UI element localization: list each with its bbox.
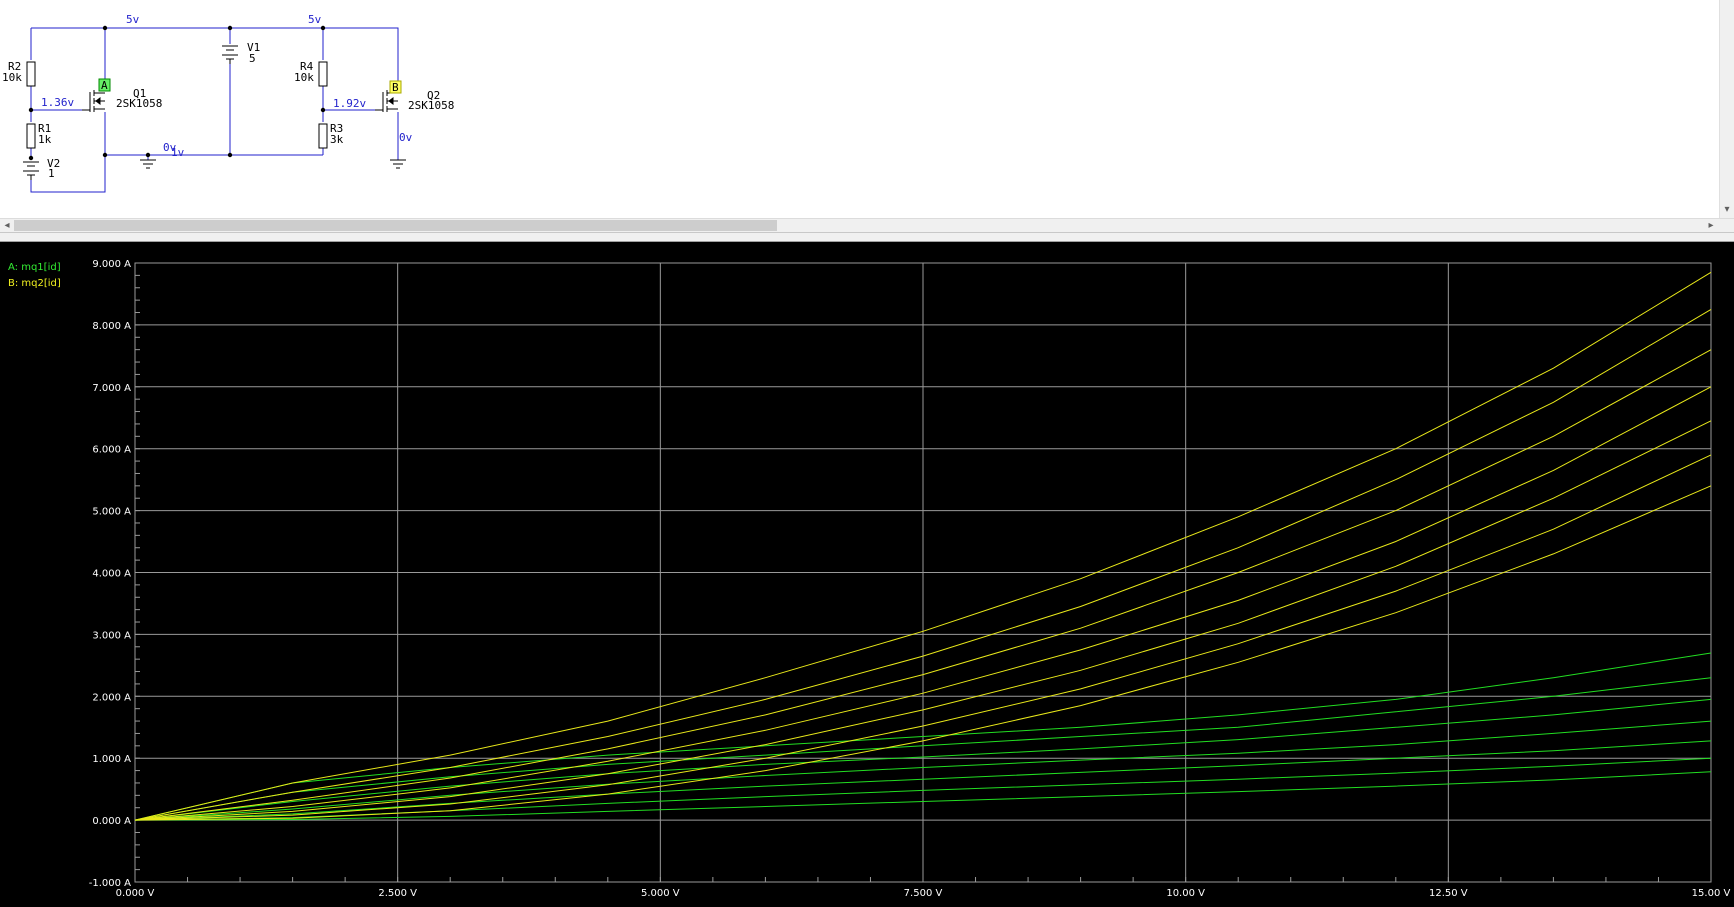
resistor-r3[interactable]	[318, 123, 328, 149]
v2-value: 1	[48, 167, 55, 180]
y-tick-label: 9.000 A	[92, 259, 131, 270]
y-tick-label: 2.000 A	[92, 692, 131, 703]
x-tick-label: 15.00 V	[1692, 888, 1731, 899]
y-tick-label: 8.000 A	[92, 321, 131, 332]
scroll-right-icon[interactable]: ▸	[1704, 219, 1718, 232]
legend-series-b: B: mq2[id]	[8, 278, 61, 289]
net-label-gate-q1: 1.36v	[41, 96, 74, 109]
y-tick-label: -1.000 A	[89, 878, 131, 889]
y-tick-label: 4.000 A	[92, 569, 131, 580]
resistor-r1[interactable]	[26, 123, 36, 149]
x-tick-label: 0.000 V	[116, 888, 155, 899]
x-tick-label: 12.50 V	[1429, 888, 1468, 899]
junction-dots	[28, 25, 326, 161]
scroll-left-icon[interactable]: ◂	[0, 219, 14, 232]
y-tick-label: 6.000 A	[92, 445, 131, 456]
x-tick-label: 2.500 V	[378, 888, 417, 899]
mosfet-q1[interactable]	[82, 90, 105, 112]
schematic-canvas[interactable]: A B 5v 5v 1.36v 1.92v 0v 1v 0v R2 10k R1…	[0, 0, 1734, 232]
scrollbar-thumb[interactable]	[14, 220, 777, 231]
resistor-r2[interactable]	[26, 61, 36, 87]
y-tick-label: 3.000 A	[92, 630, 131, 641]
net-label-v2: 1v	[171, 146, 185, 159]
probe-a-label: A	[101, 79, 108, 92]
y-tick-label: 7.000 A	[92, 383, 131, 394]
r2-value: 10k	[2, 71, 22, 84]
schematic-vertical-scrollbar[interactable]: ▾	[1719, 0, 1734, 218]
battery-v1[interactable]	[222, 45, 238, 64]
legend-series-a: A: mq1[id]	[8, 262, 61, 273]
net-label-gate-q2: 1.92v	[333, 97, 366, 110]
net-label-5v-right: 5v	[308, 13, 322, 26]
ground-symbol	[140, 159, 156, 169]
resistor-r4[interactable]	[318, 61, 328, 87]
r3-value: 3k	[330, 133, 344, 146]
x-tick-label: 5.000 V	[641, 888, 680, 899]
pane-splitter[interactable]	[0, 232, 1734, 242]
circuit-diagram[interactable]: A B 5v 5v 1.36v 1.92v 0v 1v 0v R2 10k R1…	[0, 0, 1719, 218]
ground-symbol-q2	[390, 159, 406, 169]
probe-b-label: B	[392, 81, 399, 94]
x-tick-label: 7.500 V	[904, 888, 943, 899]
q1-model: 2SK1058	[116, 97, 162, 110]
waveform-plot[interactable]: 0.000 V 2.500 V 5.000 V 7.500 V 10.00 V 12.50…	[0, 242, 1734, 907]
x-tick-label: 10.00 V	[1166, 888, 1205, 899]
y-tick-label: 5.000 A	[92, 507, 131, 518]
schematic-horizontal-scrollbar[interactable]: ◂ ▸	[0, 218, 1734, 232]
plot-canvas: 0.000 V 2.500 V 5.000 V 7.500 V 10.00 V 12.50…	[89, 259, 1731, 899]
battery-v2[interactable]	[23, 161, 39, 180]
r1-value: 1k	[38, 133, 52, 146]
y-tick-label: 0.000 A	[92, 816, 131, 827]
r4-value: 10k	[294, 71, 314, 84]
scroll-down-icon[interactable]: ▾	[1720, 203, 1734, 216]
v1-value: 5	[249, 52, 256, 65]
q2-model: 2SK1058	[408, 99, 454, 112]
net-label-5v-left: 5v	[126, 13, 140, 26]
net-label-drain-q2: 0v	[399, 131, 413, 144]
y-tick-label: 1.000 A	[92, 754, 131, 765]
